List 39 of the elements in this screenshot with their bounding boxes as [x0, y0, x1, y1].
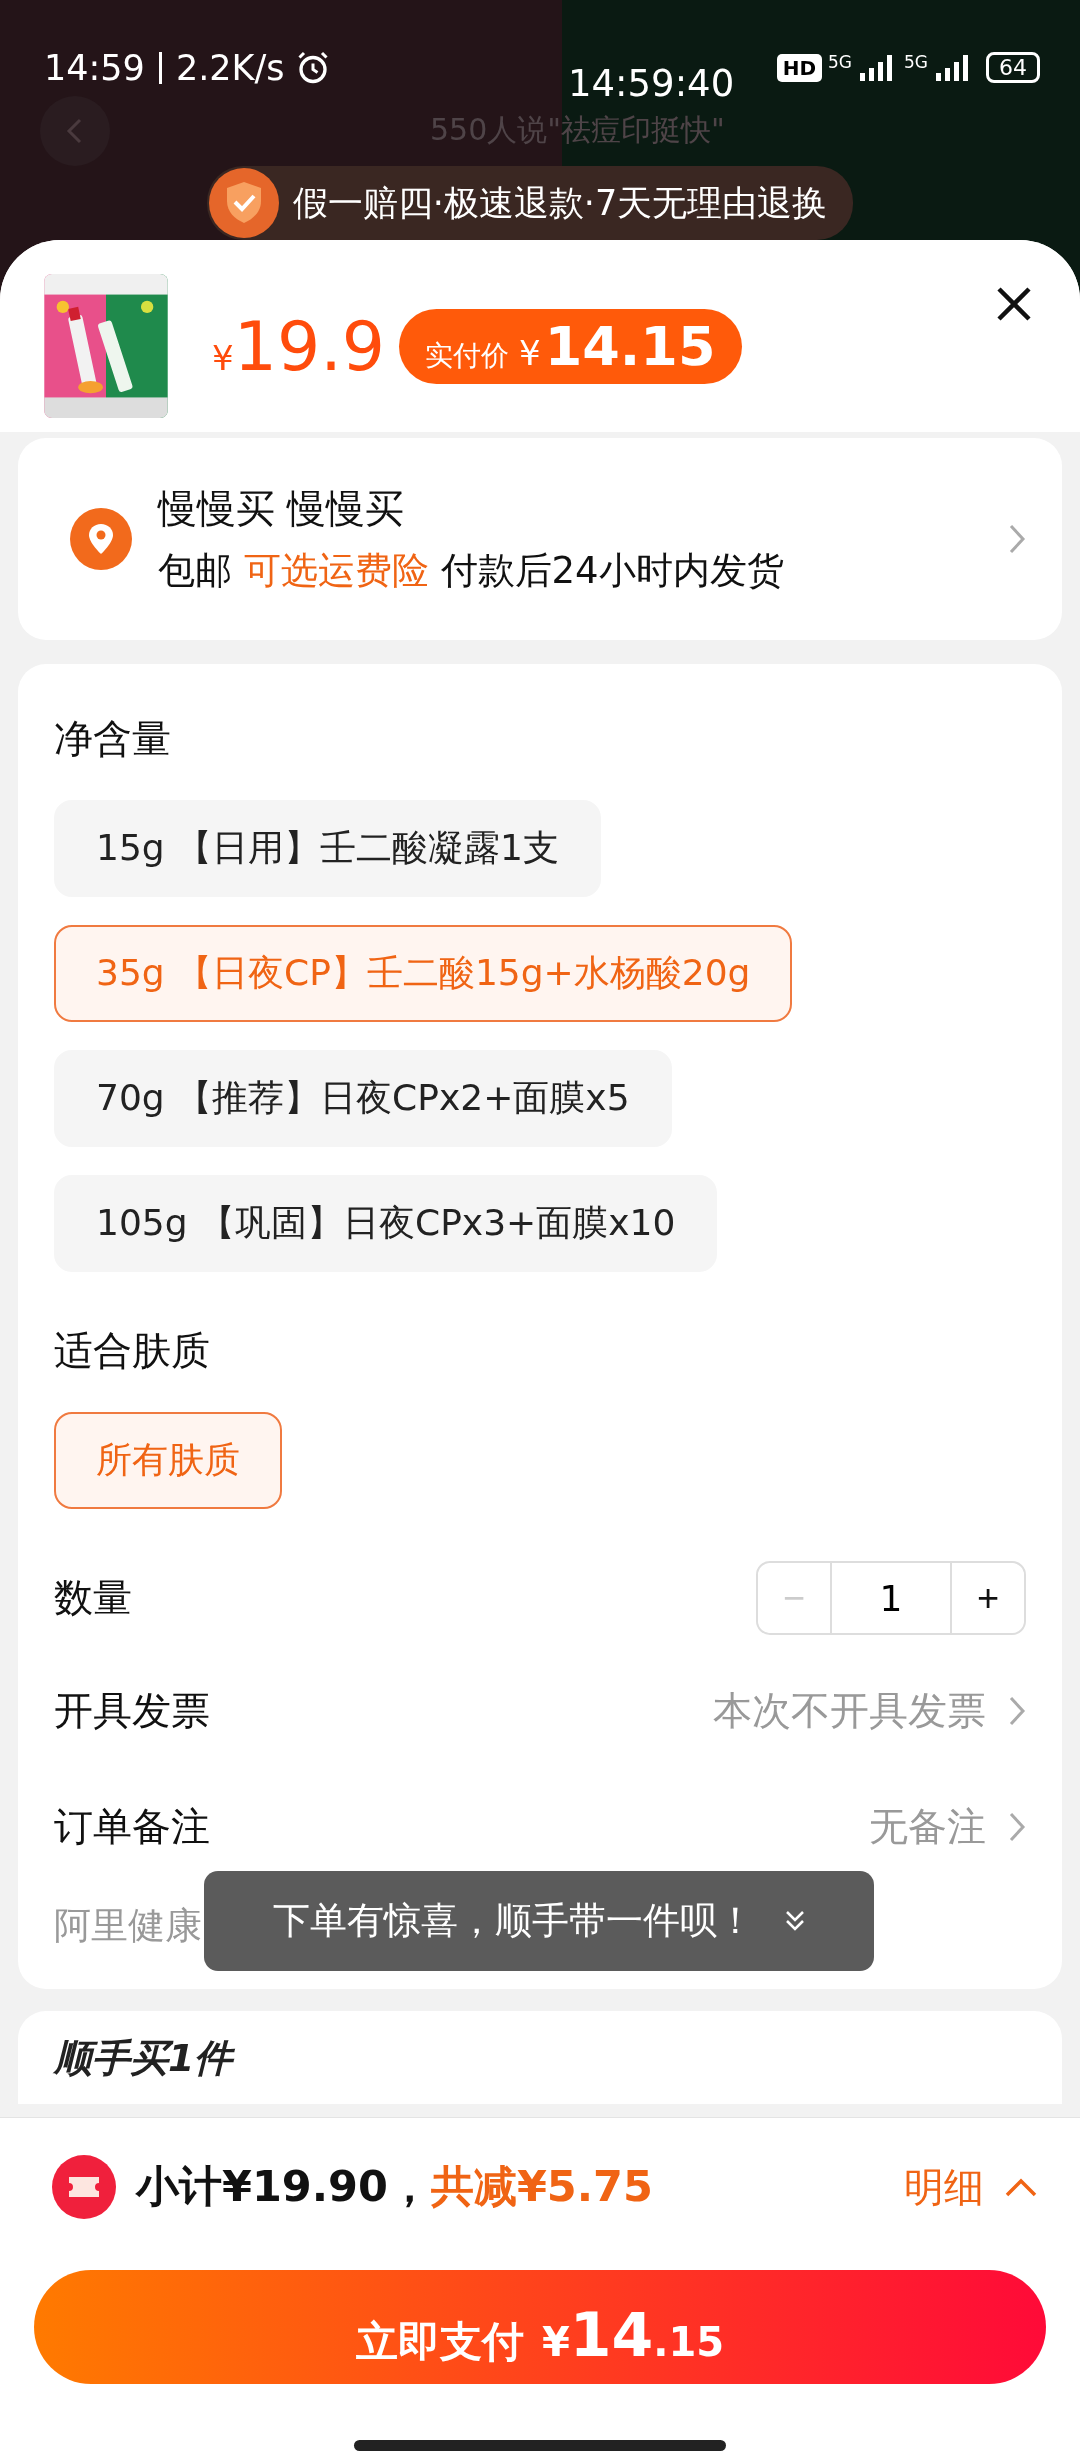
- addon-title: 顺手买1件: [54, 2036, 233, 2080]
- shield-check-icon: [208, 168, 279, 238]
- guarantee-text: 假一赔四·极速退款·7天无理由退换: [292, 181, 828, 225]
- double-chevron-down-icon: [783, 1909, 806, 1933]
- shipping-info: 包邮 可选运费险 付款后24小时内发货: [158, 548, 785, 594]
- spec-title: 净含量: [54, 715, 172, 763]
- spec-option[interactable]: 15g 【日用】壬二酸凝露1支: [54, 800, 601, 897]
- spec-title: 适合肤质: [54, 1327, 211, 1375]
- toast-text: 下单有惊喜，顺手带一件呗！: [272, 1898, 754, 1944]
- hd-badge: HD: [776, 53, 822, 82]
- recipient-name: 慢慢买 慢慢买: [158, 485, 406, 533]
- network-type: 5G: [904, 52, 928, 73]
- original-price: ¥19.9: [212, 306, 386, 386]
- back-icon[interactable]: [40, 95, 110, 166]
- row-label: 开具发票: [54, 1687, 210, 1735]
- row-value[interactable]: 本次不开具发票: [713, 1684, 986, 1738]
- spec-option[interactable]: 105g 【巩固】日夜CPx3+面膜x10: [54, 1175, 718, 1272]
- subtotal-text: 小计¥19.90，共减¥5.75: [136, 2160, 653, 2213]
- chevron-right-icon[interactable]: [1008, 523, 1026, 555]
- spec-option[interactable]: 35g 【日夜CP】壬二酸15g+水杨酸20g: [54, 925, 793, 1022]
- spec-option[interactable]: 所有肤质: [54, 1412, 282, 1509]
- chevron-right-icon[interactable]: [1008, 1811, 1026, 1843]
- supplier-text: 阿里健康: [54, 1903, 202, 1949]
- network-speed: 2.2K/s: [175, 47, 285, 88]
- details-toggle[interactable]: 明细: [898, 2158, 1044, 2216]
- battery-indicator: 64: [986, 52, 1040, 84]
- status-time: 14:59: [44, 47, 145, 88]
- spec-option[interactable]: 70g 【推荐】日夜CPx2+面膜x5: [54, 1050, 672, 1147]
- chevron-right-icon[interactable]: [1008, 1695, 1026, 1727]
- clock-text: 14:59:40: [568, 62, 735, 105]
- row-value[interactable]: 无备注: [869, 1800, 986, 1854]
- pay-now-button[interactable]: 立即支付 ¥14.15: [34, 2270, 1046, 2384]
- quantity-label: 数量: [54, 1574, 132, 1622]
- chevron-up-icon: [1004, 2176, 1038, 2198]
- coupon-icon: [52, 2155, 116, 2219]
- network-type: 5G: [828, 52, 852, 73]
- final-price-tag: 实付价 ¥14.15: [399, 308, 742, 384]
- row-label: 订单备注: [54, 1803, 210, 1851]
- location-pin-icon: [70, 508, 132, 570]
